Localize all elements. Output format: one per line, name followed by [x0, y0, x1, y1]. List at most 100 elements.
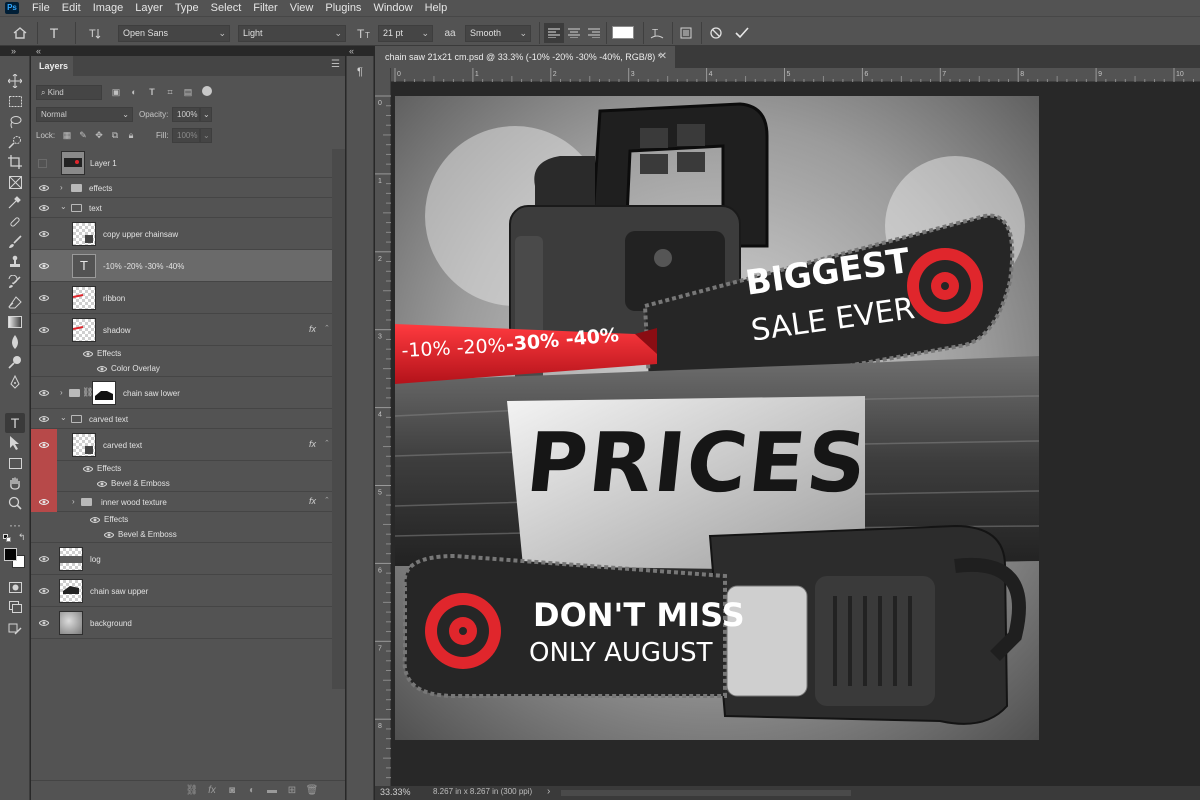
home-icon[interactable] — [10, 23, 30, 43]
eye-icon[interactable] — [39, 441, 49, 449]
lock-pixels-icon[interactable]: ✎ — [77, 129, 89, 141]
lock-artboard-icon[interactable]: ⧉ — [109, 129, 121, 141]
filter-type-icon[interactable]: T — [146, 86, 158, 98]
move-tool-icon[interactable] — [5, 71, 25, 91]
menu-view[interactable]: View — [284, 0, 320, 16]
zoom-tool-icon[interactable] — [5, 493, 25, 513]
text-color-swatch[interactable] — [612, 26, 634, 39]
collapse-arrows-icon[interactable]: « — [36, 46, 41, 56]
gradient-tool-icon[interactable] — [5, 312, 25, 332]
font-size-select[interactable]: 21 pt ⌄ — [378, 25, 433, 42]
eyedropper-tool-icon[interactable] — [5, 192, 25, 212]
layer-row-ribbon[interactable]: ribbon — [31, 282, 332, 314]
effect-row-color-overlay[interactable]: Color Overlay — [31, 361, 332, 377]
eye-icon[interactable] — [104, 531, 114, 539]
filter-shape-icon[interactable]: ⌗ — [164, 86, 176, 98]
effect-row-bevel-emboss[interactable]: Bevel & Emboss — [31, 527, 332, 543]
delete-layer-icon[interactable]: 🗑︎ — [305, 784, 319, 798]
panel-menu-icon[interactable]: ☰ — [331, 60, 341, 70]
document-tab[interactable]: chain saw 21x21 cm.psd @ 33.3% (-10% -20… — [375, 46, 675, 68]
paragraph-panel-icon[interactable]: ¶ — [353, 66, 367, 80]
adjustment-layer-icon[interactable]: ◐ — [245, 784, 259, 798]
clone-stamp-tool-icon[interactable] — [5, 252, 25, 272]
fx-icon[interactable]: fx — [309, 496, 316, 506]
filter-toggle-icon[interactable] — [202, 86, 212, 96]
foreground-color-swatch[interactable] — [4, 548, 17, 561]
menu-edit[interactable]: Edit — [56, 0, 87, 16]
layers-scrollbar[interactable] — [332, 149, 345, 689]
collapse-effects-icon[interactable]: ⌃ — [324, 324, 330, 332]
lasso-tool-icon[interactable] — [5, 112, 25, 132]
eye-icon[interactable] — [39, 230, 49, 238]
eye-icon[interactable] — [39, 204, 49, 212]
layer-row-layer-1[interactable]: Layer 1 — [31, 149, 332, 178]
warp-text-icon[interactable]: T — [647, 23, 667, 43]
eye-icon[interactable] — [39, 619, 49, 627]
layer-row-chain-saw-lower[interactable]: › ⛓︎ chain saw lower — [31, 377, 332, 409]
lock-all-icon[interactable]: 🔒︎ — [125, 129, 137, 141]
eye-icon[interactable] — [97, 480, 107, 488]
menu-type[interactable]: Type — [169, 0, 205, 16]
menu-window[interactable]: Window — [367, 0, 418, 16]
align-left-icon[interactable] — [544, 23, 564, 43]
path-selection-tool-icon[interactable] — [5, 433, 25, 453]
collapse-effects-icon[interactable]: ⌃ — [324, 439, 330, 447]
layer-row-chain-saw-upper[interactable]: chain saw upper — [31, 575, 332, 607]
layer-row-text-group[interactable]: ⌄ text — [31, 198, 332, 218]
new-group-icon[interactable]: ▬ — [265, 784, 279, 798]
layer-row-shadow[interactable]: shadow fx ⌃ — [31, 314, 332, 346]
menu-image[interactable]: Image — [87, 0, 130, 16]
eye-icon[interactable] — [39, 415, 49, 423]
edit-toolbar-icon[interactable] — [5, 619, 25, 639]
fill-input[interactable]: 100% — [172, 128, 200, 143]
antialias-select[interactable]: Smooth ⌄ — [465, 25, 531, 42]
eye-icon[interactable] — [83, 465, 93, 473]
eye-icon[interactable] — [39, 389, 49, 397]
eye-icon[interactable] — [90, 516, 100, 524]
collapse-arrows-icon[interactable]: » — [11, 46, 16, 56]
filter-pixel-icon[interactable]: ▣ — [110, 86, 122, 98]
close-icon[interactable]: ✕ — [659, 46, 667, 68]
eye-icon[interactable] — [39, 326, 49, 334]
swap-colors-icon[interactable]: ↰ — [18, 532, 26, 543]
chevron-down-icon[interactable]: ⌄ — [200, 128, 212, 143]
lock-transparent-icon[interactable]: ▦ — [61, 129, 73, 141]
artwork-canvas[interactable]: BIGGEST SALE EVER -10% -20% -30% -40% PR… — [395, 96, 1039, 740]
marquee-tool-icon[interactable] — [5, 91, 25, 111]
filter-adjustment-icon[interactable]: ◐ — [128, 86, 140, 98]
fx-icon[interactable]: fx — [309, 324, 316, 334]
blur-tool-icon[interactable] — [5, 332, 25, 352]
eye-icon[interactable] — [39, 262, 49, 270]
collapse-arrows-icon[interactable]: « — [349, 46, 354, 56]
quick-select-tool-icon[interactable] — [5, 132, 25, 152]
type-tool-preset-icon[interactable]: T — [44, 23, 64, 43]
hand-tool-icon[interactable] — [5, 473, 25, 493]
toggle-text-orientation-icon[interactable]: T — [86, 23, 106, 43]
menu-select[interactable]: Select — [205, 0, 248, 16]
history-brush-tool-icon[interactable] — [5, 272, 25, 292]
chevron-right-icon[interactable]: › — [72, 497, 75, 506]
eye-icon[interactable] — [97, 365, 107, 373]
menu-help[interactable]: Help — [419, 0, 454, 16]
link-layers-icon[interactable]: ⛓︎ — [185, 784, 199, 798]
frame-tool-icon[interactable] — [5, 172, 25, 192]
layer-row-discount-text[interactable]: T -10% -20% -30% -40% — [31, 250, 332, 282]
filter-smart-object-icon[interactable]: ▤ — [182, 86, 194, 98]
mask-thumbnail[interactable] — [92, 381, 116, 405]
chevron-right-icon[interactable]: › — [60, 183, 63, 192]
layer-row-log[interactable]: log — [31, 543, 332, 575]
lock-position-icon[interactable]: ✥ — [93, 129, 105, 141]
blend-mode-select[interactable]: Normal ⌄ — [36, 107, 133, 122]
vertical-ruler[interactable]: 0 1 2 3 4 5 6 7 8 — [375, 68, 391, 786]
font-family-select[interactable]: Open Sans ⌄ — [118, 25, 230, 42]
eye-icon[interactable] — [83, 350, 93, 358]
menu-plugins[interactable]: Plugins — [319, 0, 367, 16]
screen-mode-icon[interactable] — [5, 597, 25, 617]
horizontal-scrollbar[interactable] — [561, 790, 851, 796]
layer-row-carved-text[interactable]: carved text fx ⌃ — [31, 429, 332, 461]
eraser-tool-icon[interactable] — [5, 292, 25, 312]
collapse-effects-icon[interactable]: ⌃ — [324, 496, 330, 504]
add-style-icon[interactable]: fx — [205, 784, 219, 798]
layer-row-background[interactable]: background — [31, 607, 332, 639]
eye-icon[interactable] — [39, 587, 49, 595]
